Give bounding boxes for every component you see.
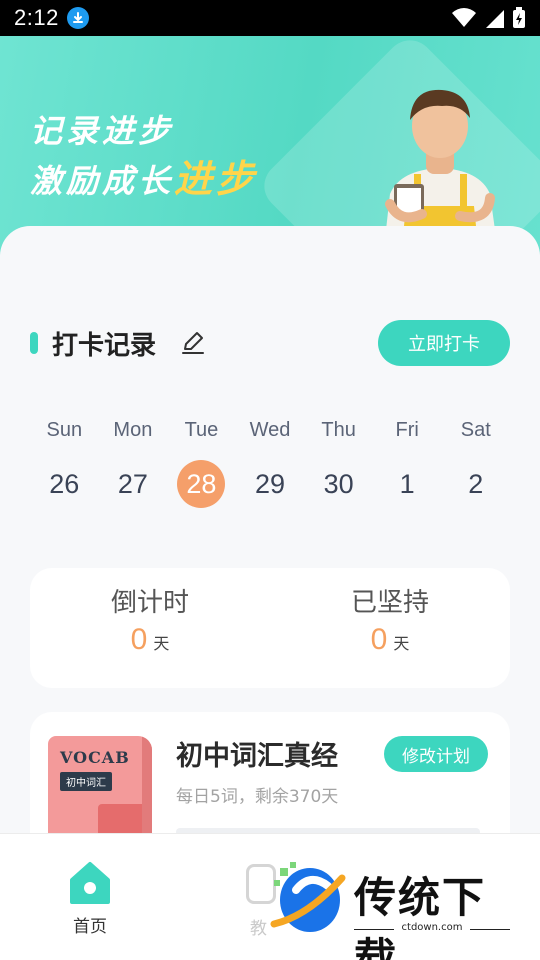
home-icon	[70, 862, 110, 904]
banner-slogan-line1: 记录进步	[30, 112, 175, 150]
day-name: Sat	[460, 419, 491, 441]
edit-icon[interactable]	[180, 330, 206, 356]
signal-icon	[486, 10, 504, 28]
watermark-text: 传统下载	[354, 873, 487, 960]
day-date[interactable]: 26	[40, 460, 88, 508]
countdown-value: 0	[130, 623, 148, 656]
persisted-label: 已坚持	[350, 588, 429, 618]
nav-home[interactable]: 首页	[60, 860, 120, 937]
checkin-header: 打卡记录 立即打卡	[30, 320, 510, 366]
day-column[interactable]: Thu 30	[304, 414, 373, 508]
checkin-now-button[interactable]: 立即打卡	[378, 320, 510, 366]
day-column[interactable]: Fri 1	[373, 414, 442, 508]
day-date[interactable]: 1	[383, 460, 431, 508]
status-bar: 2:12	[0, 0, 540, 36]
battery-icon	[513, 7, 525, 28]
watermark-url: ctdown.com	[354, 922, 510, 933]
watermark: 传统下载 ctdown.com	[268, 860, 518, 960]
stats-card: 倒计时 0 天 已坚持 0 天	[30, 568, 510, 688]
day-name: Tue	[184, 419, 219, 441]
day-column[interactable]: Sat 2	[441, 414, 510, 508]
persisted-unit: 天	[393, 634, 410, 653]
edit-plan-button[interactable]: 修改计划	[384, 736, 488, 772]
persisted-stat: 已坚持 0 天	[270, 568, 510, 688]
day-date-selected[interactable]: 28	[177, 460, 226, 508]
day-name: Wed	[249, 419, 291, 441]
day-name: Sun	[46, 419, 83, 441]
day-column[interactable]: Sun 26	[30, 414, 99, 508]
download-icon	[66, 7, 89, 29]
week-calendar: Sun 26 Mon 27 Tue 28 Wed 29 Thu 30 Fri 1 Sat 2	[30, 414, 510, 508]
status-icons	[452, 7, 526, 29]
nav-home-label: 首页	[73, 917, 107, 937]
day-date[interactable]: 27	[109, 460, 157, 508]
day-date[interactable]: 29	[246, 460, 294, 508]
watermark-logo-icon	[270, 862, 346, 932]
day-column[interactable]: Mon 27	[99, 414, 168, 508]
book-title: VOCAB	[60, 748, 130, 767]
day-name: Thu	[321, 419, 356, 441]
persisted-value: 0	[370, 623, 388, 656]
countdown-stat: 倒计时 0 天	[30, 568, 270, 688]
wifi-icon	[452, 8, 476, 27]
banner-slogan-accent: 进步	[174, 157, 259, 201]
day-date[interactable]: 30	[315, 460, 363, 508]
checkin-title: 打卡记录	[52, 330, 157, 361]
plan-subtitle: 每日5词，剩余370天	[176, 787, 339, 807]
day-date[interactable]: 2	[452, 460, 500, 508]
countdown-unit: 天	[153, 634, 170, 653]
banner-slogan-main: 激励成长	[30, 162, 175, 200]
section-marker	[30, 332, 38, 354]
day-column[interactable]: Wed 29	[236, 414, 305, 508]
status-time: 2:12	[14, 5, 59, 30]
day-column[interactable]: Tue 28	[167, 414, 236, 508]
banner-slogan-line2: 激励成长进步	[30, 148, 258, 203]
book-tag: 初中词汇	[60, 772, 112, 791]
plan-title: 初中词汇真经	[176, 741, 338, 772]
countdown-label: 倒计时	[110, 588, 189, 618]
day-name: Fri	[395, 419, 419, 441]
nav-second-label[interactable]: 教	[250, 914, 267, 939]
day-name: Mon	[113, 419, 153, 441]
